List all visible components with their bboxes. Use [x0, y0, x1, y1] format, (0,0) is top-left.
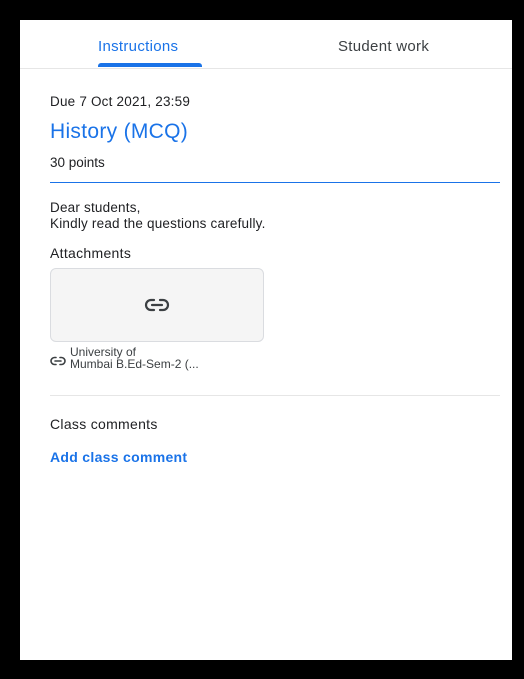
attachment-name[interactable]: University of Mumbai B.Ed-Sem-2 (...	[70, 346, 199, 370]
description-line-1: Dear students,	[50, 200, 141, 215]
title-divider	[50, 182, 500, 183]
link-icon	[50, 356, 66, 366]
description-line-2: Kindly read the questions carefully.	[50, 216, 266, 231]
tab-student-work[interactable]: Student work	[338, 38, 429, 55]
add-class-comment-link[interactable]: Add class comment	[50, 449, 187, 465]
app-screen: Instructions Student work Due 7 Oct 2021…	[18, 18, 514, 662]
device-frame: Instructions Student work Due 7 Oct 2021…	[0, 0, 524, 679]
attachment-name-line-2: Mumbai B.Ed-Sem-2 (...	[70, 357, 199, 371]
link-icon	[144, 298, 170, 312]
section-divider	[50, 395, 500, 396]
due-date: Due 7 Oct 2021, 23:59	[50, 94, 191, 109]
assignment-points: 30 points	[50, 155, 105, 170]
assignment-title: History (MCQ)	[50, 120, 189, 143]
tab-bar: Instructions Student work	[20, 20, 512, 69]
tab-instructions[interactable]: Instructions	[98, 38, 178, 55]
attachment-card[interactable]	[50, 268, 264, 342]
active-tab-indicator	[98, 63, 202, 67]
assignment-description: Dear students, Kindly read the questions…	[50, 200, 266, 232]
attachments-heading: Attachments	[50, 245, 132, 261]
class-comments-heading: Class comments	[50, 416, 158, 432]
